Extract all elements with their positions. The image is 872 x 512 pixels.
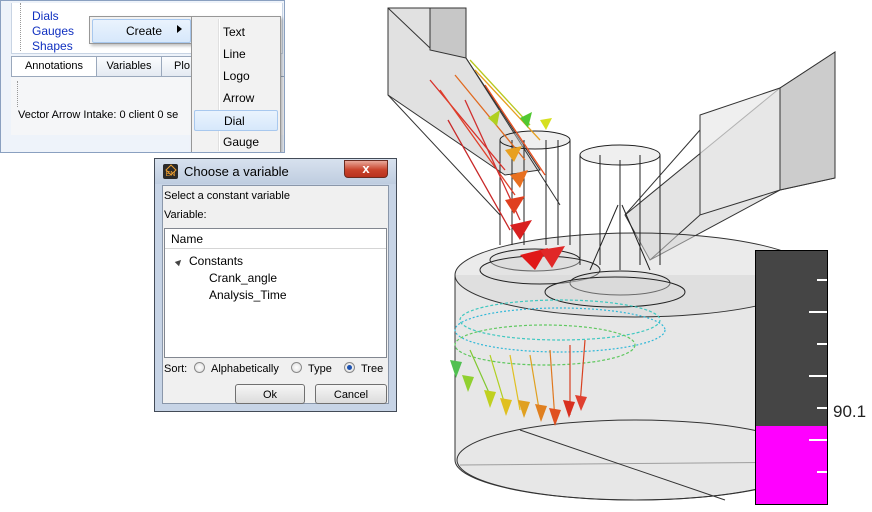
tree-item-gauges[interactable]: Gauges bbox=[32, 24, 74, 38]
variable-list[interactable]: Name Constants Crank_angle Analysis_Time bbox=[164, 228, 387, 358]
ensight-logo-icon: EN bbox=[163, 164, 178, 179]
tab-variables[interactable]: Variables bbox=[96, 56, 162, 76]
sort-alphabetically-label[interactable]: Alphabetically bbox=[211, 363, 279, 375]
select-label: Select a constant variable bbox=[164, 190, 290, 202]
menu-item-line[interactable]: Line bbox=[194, 44, 278, 65]
menu-item-gauge[interactable]: Gauge bbox=[194, 132, 278, 152]
sort-type-radio[interactable] bbox=[291, 362, 302, 373]
tree-item-dials[interactable]: Dials bbox=[32, 9, 59, 23]
sort-tree-label[interactable]: Tree bbox=[361, 363, 383, 375]
menu-item-create-label: Create bbox=[126, 24, 163, 38]
gauge-tick bbox=[809, 375, 827, 377]
submenu-arrow-icon bbox=[177, 25, 182, 33]
sort-type-label[interactable]: Type bbox=[308, 363, 332, 375]
create-submenu: Text Line Logo Arrow Dial Gauge bbox=[191, 16, 281, 152]
list-group-constants[interactable]: Constants bbox=[189, 254, 243, 268]
gauge-fill bbox=[756, 425, 827, 504]
intake-duct bbox=[387, 7, 561, 216]
dialog-body: Select a constant variable Variable: Nam… bbox=[162, 185, 389, 404]
gauge-tick bbox=[817, 407, 827, 409]
menu-item-text[interactable]: Text bbox=[194, 22, 278, 43]
sort-label: Sort: bbox=[164, 363, 188, 375]
choose-variable-dialog: EN Choose a variable x Select a constant… bbox=[154, 158, 397, 412]
list-item-crank-angle[interactable]: Crank_angle bbox=[209, 271, 277, 285]
menu-item-create[interactable]: Create bbox=[92, 19, 191, 43]
gauge-tick bbox=[817, 279, 827, 281]
menu-item-logo[interactable]: Logo bbox=[194, 66, 278, 87]
sort-tree-radio[interactable] bbox=[344, 362, 355, 373]
dialog-title: Choose a variable bbox=[184, 164, 289, 179]
annotations-panel: Dials Gauges Shapes Annotations Variable… bbox=[0, 0, 285, 153]
variable-label: Variable: bbox=[164, 209, 207, 221]
menu-item-dial[interactable]: Dial bbox=[194, 110, 278, 131]
status-text: Vector Arrow Intake: 0 client 0 se bbox=[18, 109, 179, 121]
tree-connector bbox=[20, 3, 22, 51]
list-item-analysis-time[interactable]: Analysis_Time bbox=[209, 288, 287, 302]
tab-annotations[interactable]: Annotations bbox=[11, 56, 97, 77]
expand-triangle-icon[interactable] bbox=[174, 257, 184, 267]
gauge-annotation[interactable] bbox=[755, 250, 828, 505]
gauge-tick bbox=[809, 311, 827, 313]
menu-item-arrow[interactable]: Arrow bbox=[194, 88, 278, 109]
ok-button[interactable]: Ok bbox=[235, 384, 305, 404]
gauge-value: 90.1 bbox=[833, 402, 867, 421]
gauge-tick bbox=[817, 471, 827, 473]
close-icon[interactable]: x bbox=[344, 160, 388, 178]
list-header[interactable]: Name bbox=[165, 229, 386, 249]
tree-item-shapes[interactable]: Shapes bbox=[32, 39, 73, 53]
dialog-titlebar[interactable]: EN Choose a variable x bbox=[155, 159, 396, 184]
gauge-tick bbox=[809, 439, 827, 441]
gauge-tick bbox=[817, 343, 827, 345]
tree-connector bbox=[17, 81, 19, 107]
cancel-button[interactable]: Cancel bbox=[315, 384, 387, 404]
sort-alphabetically-radio[interactable] bbox=[194, 362, 205, 373]
context-menu: Create bbox=[89, 16, 194, 44]
